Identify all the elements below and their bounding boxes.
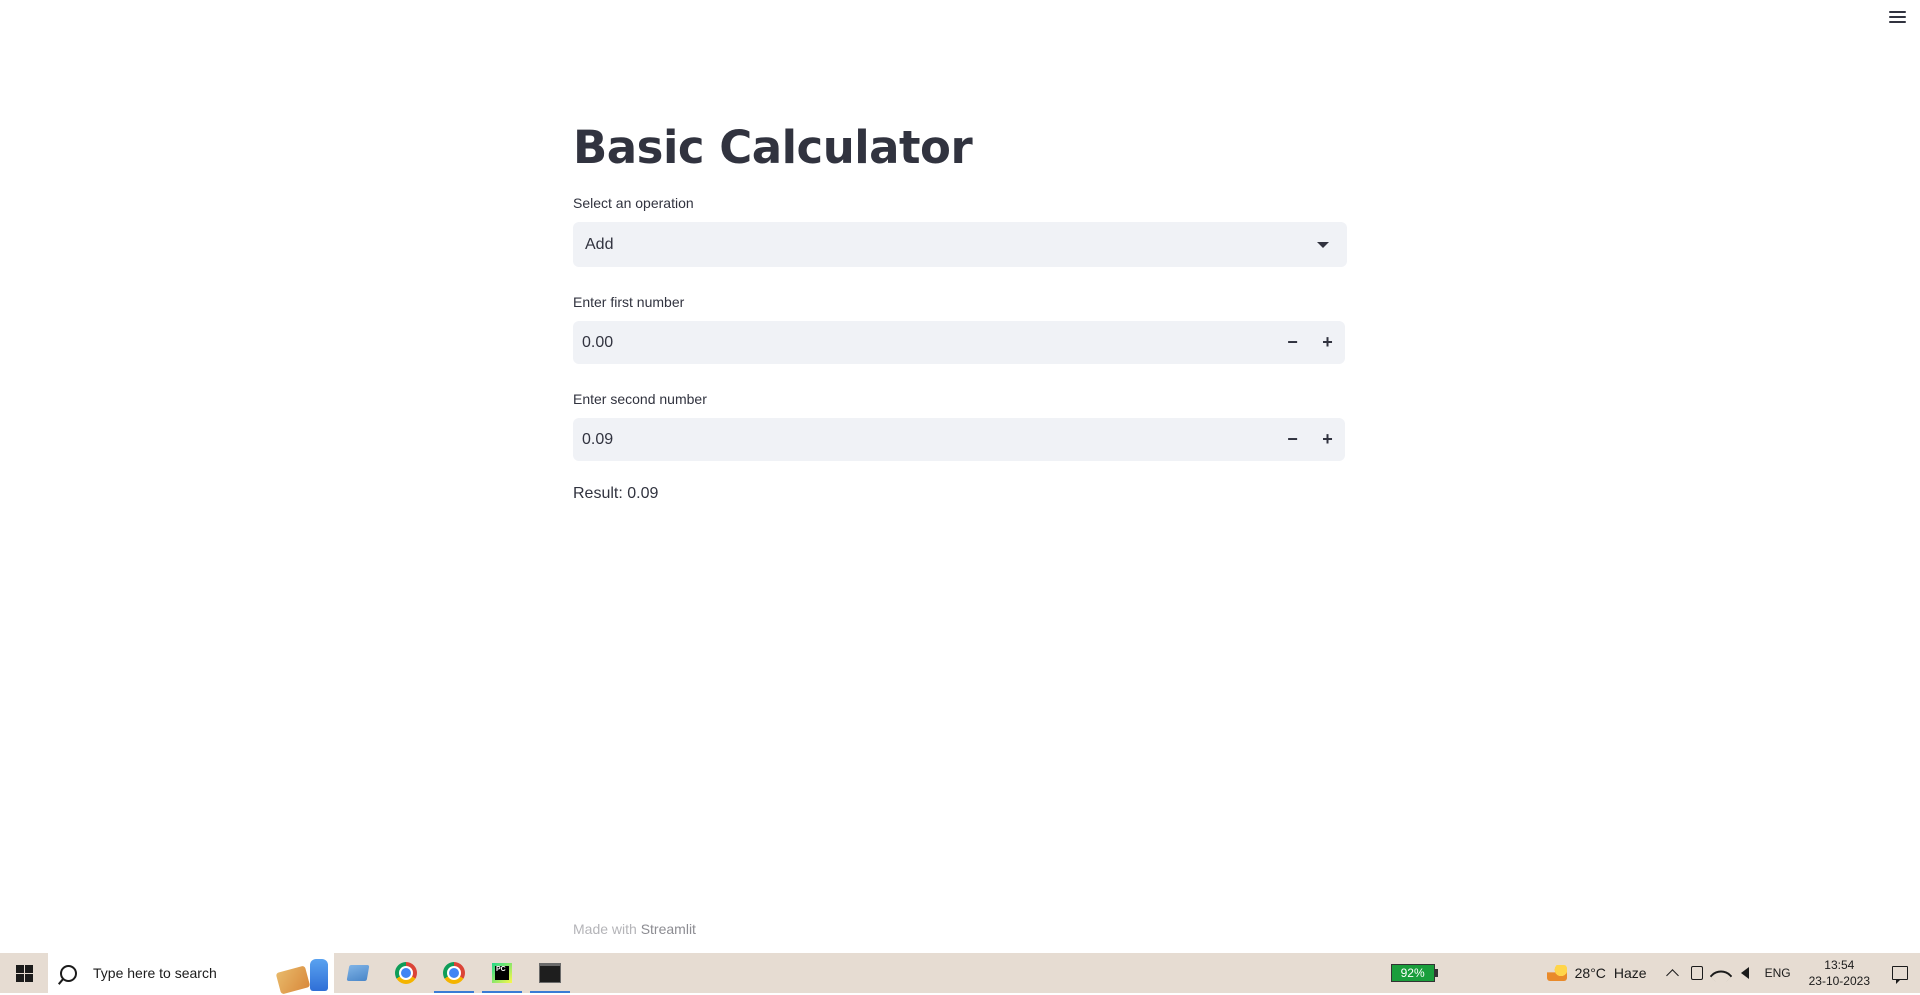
operation-label: Select an operation bbox=[573, 195, 694, 211]
first-number-input[interactable] bbox=[573, 321, 1275, 364]
weather-desc: Haze bbox=[1613, 965, 1647, 981]
notification-center-button[interactable] bbox=[1880, 953, 1920, 993]
second-number-field: − + bbox=[573, 418, 1345, 461]
first-number-label: Enter first number bbox=[573, 294, 685, 310]
search-placeholder: Type here to search bbox=[93, 965, 217, 981]
operation-select[interactable]: Add bbox=[573, 222, 1347, 267]
search-icon bbox=[60, 964, 77, 982]
meet-now-button[interactable] bbox=[1685, 953, 1709, 993]
search-highlight-image bbox=[275, 955, 328, 995]
streamlit-link[interactable]: Streamlit bbox=[641, 921, 696, 937]
clock-date: 23-10-2023 bbox=[1808, 974, 1870, 988]
second-number-label: Enter second number bbox=[573, 391, 707, 407]
weather-icon bbox=[1546, 965, 1567, 981]
terminal-icon bbox=[539, 963, 561, 983]
windows-taskbar: Type here to search PC 92% 28°C Haze ENG… bbox=[0, 953, 1920, 995]
file-explorer-icon bbox=[346, 965, 370, 981]
first-number-field: − + bbox=[573, 321, 1345, 364]
result-text: Result: 0.09 bbox=[573, 485, 659, 502]
taskbar-search-box[interactable]: Type here to search bbox=[48, 953, 334, 995]
notification-icon bbox=[1892, 966, 1908, 984]
first-number-decrement-button[interactable]: − bbox=[1275, 321, 1310, 364]
weather-widget[interactable]: 28°C Haze bbox=[1546, 965, 1647, 981]
chrome-icon bbox=[443, 962, 465, 984]
taskbar-file-explorer[interactable] bbox=[334, 953, 382, 993]
pycharm-icon: PC bbox=[492, 963, 512, 983]
taskbar-pycharm[interactable]: PC bbox=[478, 953, 526, 993]
chrome-icon bbox=[395, 962, 417, 984]
taskbar-terminal[interactable] bbox=[526, 953, 574, 993]
second-number-increment-button[interactable]: + bbox=[1310, 418, 1345, 461]
operation-select-value: Add bbox=[585, 235, 614, 253]
first-number-increment-button[interactable]: + bbox=[1310, 321, 1345, 364]
chevron-down-icon bbox=[1317, 241, 1329, 248]
system-tray: 92% 28°C Haze ENG 13:54 23-10-2023 bbox=[1390, 953, 1920, 993]
clock[interactable]: 13:54 23-10-2023 bbox=[1799, 957, 1880, 989]
taskbar-chrome[interactable] bbox=[382, 953, 430, 993]
windows-logo-icon bbox=[15, 964, 33, 982]
taskbar-chrome-profile[interactable] bbox=[430, 953, 478, 993]
network-button[interactable] bbox=[1709, 953, 1733, 993]
meet-now-icon bbox=[1690, 966, 1703, 980]
speaker-icon bbox=[1740, 967, 1749, 979]
hamburger-menu-icon[interactable] bbox=[1886, 8, 1908, 26]
page-title: Basic Calculator bbox=[573, 121, 973, 174]
start-button[interactable] bbox=[0, 953, 48, 993]
input-language[interactable]: ENG bbox=[1757, 966, 1799, 980]
streamlit-app: Basic Calculator Select an operation Add… bbox=[0, 0, 1920, 953]
second-number-input[interactable] bbox=[573, 418, 1275, 461]
show-hidden-icons-button[interactable] bbox=[1661, 953, 1685, 993]
wifi-icon bbox=[1709, 964, 1732, 988]
footer: Made with Streamlit bbox=[573, 921, 696, 937]
clock-time: 13:54 bbox=[1824, 958, 1855, 972]
weather-temp: 28°C bbox=[1574, 965, 1606, 981]
second-number-decrement-button[interactable]: − bbox=[1275, 418, 1310, 461]
battery-indicator[interactable]: 92% bbox=[1390, 964, 1438, 982]
footer-prefix: Made with bbox=[573, 921, 641, 937]
main-content: Basic Calculator Select an operation Add… bbox=[573, 112, 1347, 505]
volume-button[interactable] bbox=[1733, 953, 1757, 993]
chevron-up-icon bbox=[1666, 968, 1679, 982]
